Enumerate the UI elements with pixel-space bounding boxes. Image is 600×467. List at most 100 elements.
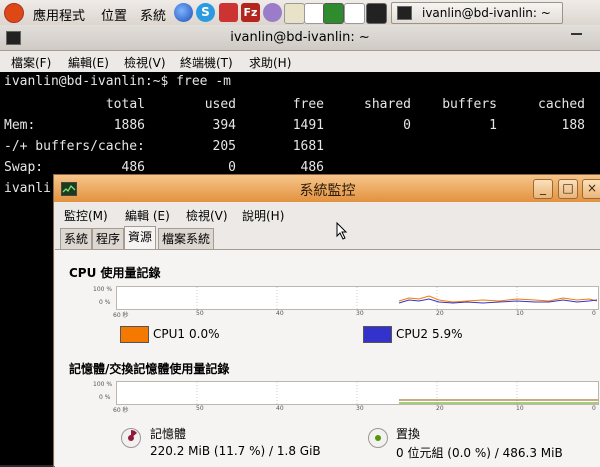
- x-label: 30: [356, 310, 364, 317]
- x-label: 10: [516, 310, 524, 317]
- tab-resources[interactable]: 資源: [124, 226, 157, 250]
- x-label: 20: [436, 405, 444, 412]
- cpu1-value: 0.0%: [189, 327, 220, 341]
- taskbar-terminal-button[interactable]: ivanlin@bd-ivanlin: ~: [391, 2, 563, 24]
- x-label: 50: [196, 310, 204, 317]
- cpu2-label: CPU2: [396, 327, 429, 341]
- firefox-icon[interactable]: [174, 3, 193, 22]
- x-label: 0: [592, 405, 596, 412]
- cell: 1491: [292, 118, 324, 133]
- tab-filesystems[interactable]: 檔案系統: [158, 228, 215, 249]
- top-panel: 應用程式 位置 系統 S Fz ivanlin@bd-ivanlin: ~: [0, 0, 600, 26]
- cell: 486: [300, 160, 324, 175]
- command-line: ivanlin@bd-ivanlin:~$ free -m: [4, 74, 231, 89]
- terminal-launcher-icon[interactable]: [366, 3, 387, 24]
- notes-icon[interactable]: [304, 3, 325, 24]
- cell: 1886: [113, 118, 145, 133]
- minimize-button[interactable]: _: [533, 179, 553, 199]
- row-label: Mem:: [4, 118, 36, 133]
- terminal-menu-edit[interactable]: 編輯(E): [68, 54, 109, 71]
- pidgin-icon[interactable]: [263, 3, 282, 22]
- terminal-titlebar[interactable]: ivanlin@bd-ivanlin: ~: [0, 25, 600, 51]
- terminal-menu-terminal[interactable]: 終端機(T): [180, 54, 233, 71]
- y-label: 100 %: [93, 286, 113, 293]
- monitor-menu-edit[interactable]: 編輯 (E): [125, 207, 170, 224]
- monitor-menu-monitor[interactable]: 監控(M): [64, 207, 108, 224]
- applications-menu[interactable]: 應用程式: [33, 5, 85, 24]
- filezilla-icon[interactable]: Fz: [241, 3, 260, 22]
- memory-value: 220.2 MiB (11.7 %) / 1.8 GiB: [150, 444, 321, 458]
- cell: 394: [212, 118, 236, 133]
- swap-label: 置換: [396, 427, 421, 441]
- terminal-menu-view[interactable]: 檢視(V): [124, 54, 166, 71]
- x-label: 40: [276, 405, 284, 412]
- col-shared: shared: [364, 97, 411, 112]
- tab-system[interactable]: 系統: [60, 228, 93, 249]
- memory-graph: [116, 381, 599, 405]
- row-label: Swap:: [4, 160, 44, 175]
- monitor-menu-view[interactable]: 檢視(V): [186, 207, 228, 224]
- monitor-menu-help[interactable]: 說明(H): [242, 207, 284, 224]
- cell: 0: [228, 160, 236, 175]
- minimize-icon: _: [540, 181, 546, 195]
- system-menu[interactable]: 系統: [140, 5, 166, 24]
- cpu-history-heading: CPU 使用量記錄: [69, 266, 161, 280]
- terminal-menu-help[interactable]: 求助(H): [249, 54, 291, 71]
- document-icon[interactable]: [344, 3, 365, 24]
- memory-pie-icon[interactable]: [121, 428, 141, 448]
- cell: 486: [121, 160, 145, 175]
- col-buffers: buffers: [442, 97, 497, 112]
- utility-icon[interactable]: [284, 3, 305, 24]
- x-label: 50: [196, 405, 204, 412]
- maximize-button[interactable]: □: [558, 179, 578, 199]
- memory-label: 記憶體: [150, 427, 187, 441]
- system-monitor-window: 系統監控 _ □ × 監控(M) 編輯 (E) 檢視(V) 說明(H) 系統 程…: [53, 174, 600, 467]
- taskbar-terminal-title: ivanlin@bd-ivanlin: ~: [422, 6, 551, 20]
- prompt-line: ivanli: [4, 181, 51, 196]
- x-label: 60 秒: [113, 407, 129, 414]
- app-launcher-icon[interactable]: [219, 3, 238, 22]
- maximize-icon: □: [562, 181, 574, 195]
- y-label: 100 %: [93, 381, 113, 388]
- x-label: 40: [276, 310, 284, 317]
- ubuntu-logo-icon[interactable]: [4, 3, 24, 23]
- minimize-icon[interactable]: [571, 33, 582, 35]
- y-label: 0 %: [99, 394, 111, 401]
- system-monitor-launcher-icon[interactable]: [323, 3, 344, 24]
- terminal-menu-file[interactable]: 檔案(F): [11, 54, 51, 71]
- cell: 0: [403, 118, 411, 133]
- col-total: total: [105, 97, 145, 112]
- col-free: free: [292, 97, 324, 112]
- cpu-graph: [116, 286, 599, 310]
- x-label: 60 秒: [113, 312, 129, 319]
- cpu1-label: CPU1: [153, 327, 186, 341]
- cpu1-color-button[interactable]: [120, 326, 149, 343]
- terminal-icon: [397, 6, 412, 20]
- x-label: 30: [356, 405, 364, 412]
- swap-pie-icon[interactable]: [368, 428, 388, 448]
- swap-value: 0 位元組 (0.0 %) / 486.3 MiB: [396, 446, 563, 460]
- monitor-titlebar[interactable]: 系統監控 _ □ ×: [54, 175, 600, 202]
- close-icon: ×: [586, 181, 598, 195]
- x-label: 20: [436, 310, 444, 317]
- cpu2-color-button[interactable]: [363, 326, 392, 343]
- terminal-title: ivanlin@bd-ivanlin: ~: [230, 30, 370, 45]
- resources-panel: CPU 使用量記錄 100 % 0 % 60 秒 50 40 30 20 10 …: [55, 249, 600, 467]
- memory-history-heading: 記憶體/交換記憶體使用量記錄: [69, 362, 230, 376]
- cell: 205: [212, 139, 236, 154]
- places-menu[interactable]: 位置: [101, 5, 127, 24]
- cell: 1681: [292, 139, 324, 154]
- col-cached: cached: [538, 97, 585, 112]
- skype-icon[interactable]: S: [196, 3, 215, 22]
- mouse-pointer-icon: [336, 221, 348, 243]
- close-button[interactable]: ×: [582, 179, 600, 199]
- tab-processes[interactable]: 程序: [92, 228, 125, 249]
- x-label: 0: [592, 310, 596, 317]
- x-label: 10: [516, 405, 524, 412]
- y-label: 0 %: [99, 299, 111, 306]
- row-label: -/+ buffers/cache:: [4, 139, 145, 154]
- monitor-title: 系統監控: [299, 183, 356, 199]
- col-used: used: [204, 97, 236, 112]
- cell: 1: [489, 118, 497, 133]
- cpu2-value: 5.9%: [432, 327, 463, 341]
